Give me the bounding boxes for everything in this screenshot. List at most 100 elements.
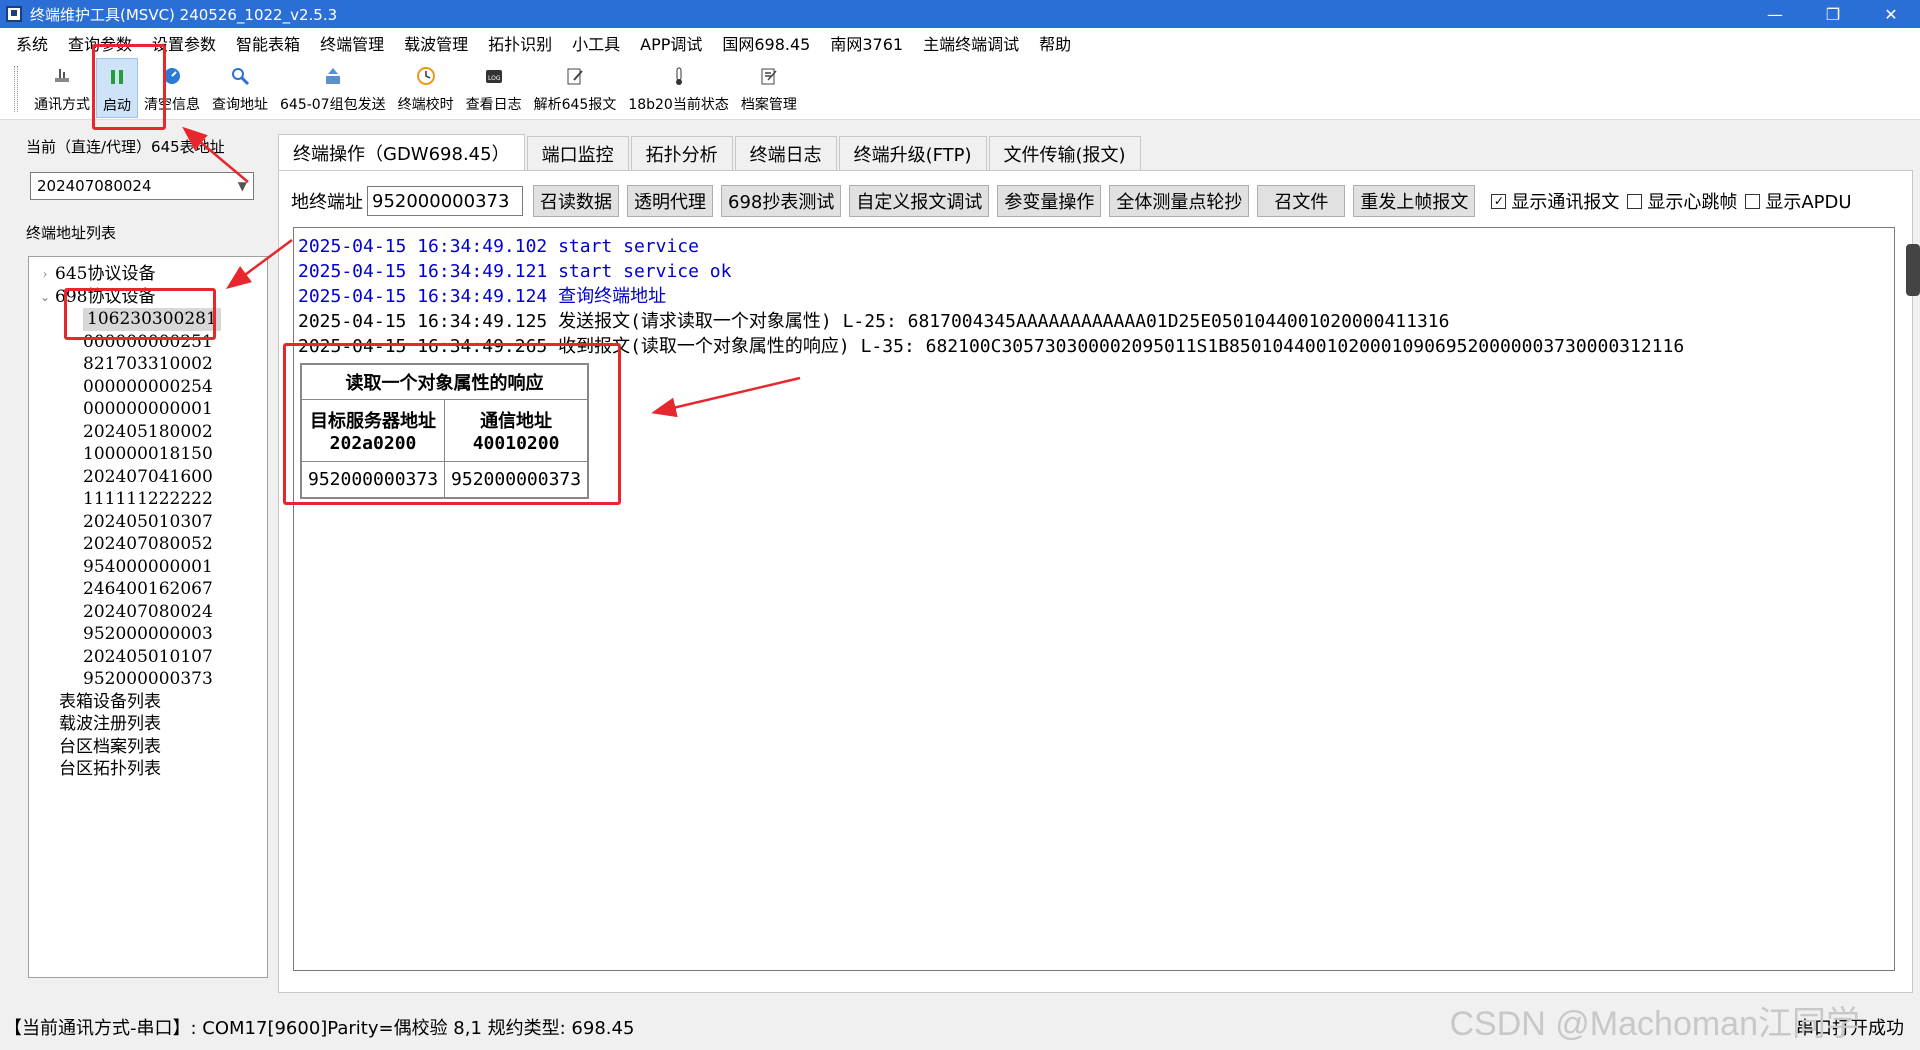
- tab-terminal-log[interactable]: 终端日志: [734, 136, 837, 170]
- minimize-button[interactable]: —: [1746, 0, 1804, 28]
- menu-app-debug[interactable]: APP调试: [630, 31, 712, 55]
- current-meter-label: 当前（直连/代理）645表地址: [26, 138, 225, 156]
- log-output[interactable]: 2025-04-15 16:34:49.102 start service 20…: [293, 227, 1895, 971]
- poll-all-points-button[interactable]: 全体测量点轮抄: [1109, 185, 1250, 217]
- parse-645-button[interactable]: 解析645报文: [528, 58, 623, 118]
- tab-terminal-upgrade[interactable]: 终端升级(FTP): [838, 136, 987, 170]
- tree-carrier-register-list[interactable]: 载波注册列表: [29, 713, 267, 736]
- time-sync-button[interactable]: 终端校时: [392, 58, 460, 118]
- tab-terminal-operation[interactable]: 终端操作（GDW698.45）: [278, 134, 525, 170]
- checkbox-label: 显示APDU: [1765, 192, 1852, 213]
- tree-address-text: 821703310002: [83, 354, 213, 374]
- show-apdu-checkbox[interactable]: 显示APDU: [1745, 188, 1852, 214]
- tab-file-transfer[interactable]: 文件传输(报文): [988, 136, 1141, 170]
- tree-meter-box-list[interactable]: 表箱设备列表: [29, 691, 267, 714]
- menu-nw3761[interactable]: 南网3761: [820, 31, 913, 55]
- tab-strip: 终端操作（GDW698.45） 端口监控 拓扑分析 终端日志 终端升级(FTP)…: [278, 134, 1143, 170]
- call-file-button[interactable]: 召文件: [1257, 185, 1346, 217]
- tree-address-item[interactable]: 202407080052: [29, 533, 267, 556]
- address-tree[interactable]: › 645协议设备 ⌄ 698协议设备 106230300281 0000000…: [28, 256, 268, 978]
- annotation-box-response: [283, 343, 621, 505]
- tree-address-text: 954000000001: [83, 556, 213, 577]
- tree-area-topology-list[interactable]: 台区拓扑列表: [29, 758, 267, 781]
- ds18b20-status-button[interactable]: 18b20当前状态: [622, 58, 735, 118]
- tab-port-monitor[interactable]: 端口监控: [526, 136, 629, 170]
- archive-mgmt-button[interactable]: 档案管理: [735, 58, 803, 118]
- menu-tools[interactable]: 小工具: [562, 31, 630, 55]
- toolbar-grip[interactable]: [14, 66, 18, 112]
- menu-bar: 系统 查询参数 设置参数 智能表箱 终端管理 载波管理 拓扑识别 小工具 APP…: [0, 28, 1920, 58]
- annotation-box-start: [92, 44, 166, 130]
- clock-icon: [414, 64, 438, 88]
- tree-node-text: 载波注册列表: [59, 714, 161, 734]
- comm-mode-button[interactable]: 通讯方式: [28, 58, 96, 118]
- checkbox-checked-icon[interactable]: ✓: [1491, 193, 1507, 209]
- tree-group-645[interactable]: › 645协议设备: [29, 263, 267, 286]
- archive-mgmt-label: 档案管理: [740, 97, 797, 113]
- query-address-label: 查询地址: [212, 97, 268, 113]
- expand-icon[interactable]: ›: [35, 263, 55, 286]
- tree-address-item[interactable]: 202407041600: [29, 466, 267, 489]
- log-line: 2025-04-15 16:34:49.121 start service ok: [298, 261, 732, 282]
- parameter-operation-button[interactable]: 参变量操作: [997, 185, 1102, 217]
- comm-mode-label: 通讯方式: [34, 97, 90, 113]
- current-meter-value: 202407080024: [37, 177, 152, 195]
- transparent-proxy-button[interactable]: 透明代理: [627, 185, 713, 217]
- tree-address-text: 202405010307: [83, 511, 213, 532]
- menu-smart-meter-box[interactable]: 智能表箱: [226, 31, 310, 55]
- menu-terminal-mgmt[interactable]: 终端管理: [310, 31, 394, 55]
- read-data-button[interactable]: 召读数据: [533, 185, 619, 217]
- tree-address-text: 111111222222: [83, 489, 213, 509]
- menu-gw69845[interactable]: 国网698.45: [712, 31, 820, 55]
- tree-address-text: 952000000373: [83, 669, 213, 689]
- tab-content-terminal-operation: 地终端址 952000000373 召读数据 透明代理 698抄表测试 自定义报…: [278, 170, 1913, 993]
- terminal-address-input[interactable]: 952000000373: [367, 186, 523, 216]
- menu-help[interactable]: 帮助: [1029, 31, 1081, 55]
- menu-carrier-mgmt[interactable]: 载波管理: [394, 31, 478, 55]
- chevron-down-icon[interactable]: ▼: [238, 179, 247, 193]
- tree-address-item[interactable]: 202405180002: [29, 421, 267, 444]
- tree-node-text: 表箱设备列表: [59, 691, 161, 712]
- tree-address-item[interactable]: 202405010107: [29, 646, 267, 669]
- menu-system[interactable]: 系统: [6, 31, 58, 55]
- tree-address-item[interactable]: 952000000003: [29, 623, 267, 646]
- query-address-button[interactable]: 查询地址: [206, 58, 274, 118]
- menu-topology[interactable]: 拓扑识别: [478, 31, 562, 55]
- tree-address-text: 100000018150: [83, 444, 213, 464]
- tree-address-item[interactable]: 952000000373: [29, 668, 267, 691]
- checkbox-icon[interactable]: [1745, 193, 1761, 209]
- checkbox-icon[interactable]: [1627, 193, 1643, 209]
- tree-area-archive-list[interactable]: 台区档案列表: [29, 736, 267, 759]
- custom-frame-debug-button[interactable]: 自定义报文调试: [849, 185, 990, 217]
- window-title: 终端维护工具(MSVC) 240526_1022_v2.5.3: [30, 5, 338, 24]
- send-645-07-button[interactable]: 645-07组包发送: [274, 58, 392, 118]
- search-icon: [228, 64, 252, 88]
- close-button[interactable]: ✕: [1862, 0, 1920, 28]
- upload-icon: [321, 64, 345, 88]
- current-meter-combo[interactable]: 202407080024 ▼: [30, 172, 254, 200]
- menu-master-debug[interactable]: 主端终端调试: [913, 31, 1029, 55]
- meter-reading-test-button[interactable]: 698抄表测试: [721, 185, 842, 217]
- log-line: 2025-04-15 16:34:49.125 发送报文(请求读取一个对象属性)…: [298, 311, 1450, 332]
- tree-address-text: 202407080052: [83, 534, 213, 554]
- collapse-icon[interactable]: ⌄: [35, 286, 55, 309]
- show-comm-frames-checkbox[interactable]: ✓ 显示通讯报文: [1491, 188, 1619, 214]
- parse-645-label: 解析645报文: [533, 97, 617, 113]
- tree-address-text: 952000000003: [83, 624, 213, 644]
- tree-address-item[interactable]: 246400162067: [29, 578, 267, 601]
- screen-edge-handle[interactable]: [1906, 244, 1920, 296]
- tree-address-item[interactable]: 100000018150: [29, 443, 267, 466]
- resend-last-frame-button[interactable]: 重发上帧报文: [1353, 185, 1476, 217]
- tab-topology-analysis[interactable]: 拓扑分析: [630, 136, 733, 170]
- tree-address-text: 202405180002: [83, 421, 213, 442]
- tree-address-item[interactable]: 202405010307: [29, 511, 267, 534]
- tree-address-item[interactable]: 954000000001: [29, 556, 267, 579]
- tree-address-item[interactable]: 000000000254: [29, 376, 267, 399]
- tree-address-item[interactable]: 202407080024: [29, 601, 267, 624]
- tree-address-item[interactable]: 000000000001: [29, 398, 267, 421]
- tree-address-item[interactable]: 821703310002: [29, 353, 267, 376]
- show-heartbeat-checkbox[interactable]: 显示心跳帧: [1627, 188, 1737, 214]
- tree-address-item[interactable]: 111111222222: [29, 488, 267, 511]
- view-log-button[interactable]: LOG 查看日志: [460, 58, 528, 118]
- maximize-button[interactable]: ❐: [1804, 0, 1862, 28]
